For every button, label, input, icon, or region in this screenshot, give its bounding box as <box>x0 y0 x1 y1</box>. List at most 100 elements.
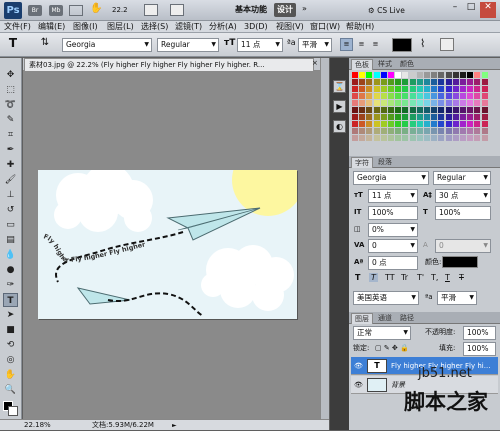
swatch[interactable] <box>359 93 366 99</box>
swatch[interactable] <box>424 79 430 85</box>
marquee-tool-icon[interactable]: ⬚ <box>3 83 18 97</box>
lasso-tool-icon[interactable]: ➰ <box>3 98 18 112</box>
move-tool-icon[interactable]: ✥ <box>3 68 18 82</box>
char-leading-field[interactable]: 30 点 ▼ <box>435 189 491 203</box>
zoom-level[interactable]: 22.2 <box>112 4 138 17</box>
swatch[interactable] <box>481 100 488 106</box>
path-select-tool-icon[interactable]: ➤ <box>3 308 18 322</box>
swatch[interactable] <box>424 72 430 78</box>
swatch[interactable] <box>445 72 452 78</box>
swatch[interactable] <box>373 86 380 92</box>
char-font-style-select[interactable]: Regular ▼ <box>433 171 491 185</box>
swatch[interactable] <box>438 100 445 106</box>
grid-icon[interactable] <box>69 5 83 16</box>
swatch[interactable] <box>445 100 452 106</box>
swatch[interactable] <box>395 72 402 78</box>
orientation-toggle-icon[interactable]: ⇅ <box>38 37 52 51</box>
swatch[interactable] <box>366 107 373 113</box>
swatch[interactable] <box>467 114 474 120</box>
language-select[interactable]: 美国英语 ▼ <box>353 291 419 305</box>
menu-image[interactable]: 图像(I) <box>73 21 98 33</box>
menu-window[interactable]: 窗口(W) <box>310 21 340 33</box>
swatch[interactable] <box>416 79 423 85</box>
swatch[interactable] <box>467 121 474 127</box>
tab-color[interactable]: 颜色 <box>397 59 417 70</box>
brush-tool-icon[interactable]: 🖌 <box>3 173 18 187</box>
blur-tool-icon[interactable]: 💧 <box>3 248 18 262</box>
faux-italic-button[interactable]: T <box>369 273 378 282</box>
actions-panel-icon[interactable]: ▶ <box>333 100 346 113</box>
text-tool-preset-icon[interactable]: T <box>6 36 20 52</box>
swatch[interactable] <box>416 128 423 134</box>
blend-mode-select[interactable]: 正常 ▼ <box>353 326 411 340</box>
swatch[interactable] <box>366 135 373 141</box>
swatch[interactable] <box>359 128 366 134</box>
swatch[interactable] <box>388 114 394 120</box>
menu-filter[interactable]: 滤镜(T) <box>175 21 202 33</box>
swatch[interactable] <box>431 135 438 141</box>
swatch[interactable] <box>452 86 459 92</box>
swatch[interactable] <box>409 114 416 120</box>
swatch[interactable] <box>395 121 402 127</box>
swatch[interactable] <box>352 79 358 85</box>
swatch[interactable] <box>409 86 416 92</box>
swatch[interactable] <box>431 86 438 92</box>
menu-layer[interactable]: 图层(L) <box>107 21 134 33</box>
swatch[interactable] <box>474 128 481 134</box>
swatch[interactable] <box>359 86 366 92</box>
swatch[interactable] <box>460 135 466 141</box>
dodge-tool-icon[interactable]: ● <box>3 263 18 277</box>
swatch[interactable] <box>438 135 445 141</box>
swatch[interactable] <box>395 79 402 85</box>
swatch[interactable] <box>359 107 366 113</box>
swatch[interactable] <box>460 79 466 85</box>
status-menu-icon[interactable]: ► <box>172 420 177 431</box>
swatch[interactable] <box>481 128 488 134</box>
swatch[interactable] <box>481 114 488 120</box>
swatch[interactable] <box>438 114 445 120</box>
tab-paths[interactable]: 路径 <box>397 313 417 324</box>
swatch[interactable] <box>474 79 481 85</box>
swatch[interactable] <box>424 100 430 106</box>
menu-help[interactable]: 帮助(H) <box>346 21 374 33</box>
swatch[interactable] <box>445 86 452 92</box>
swatch[interactable] <box>395 100 402 106</box>
swatch[interactable] <box>359 114 366 120</box>
vertical-scrollbar[interactable] <box>320 58 329 420</box>
restore-button[interactable]: □ <box>464 2 478 18</box>
swatch[interactable] <box>402 121 409 127</box>
swatch[interactable] <box>380 93 387 99</box>
swatch[interactable] <box>352 72 358 78</box>
stamp-tool-icon[interactable]: ⊥ <box>3 188 18 202</box>
eyedropper-tool-icon[interactable]: ✒ <box>3 143 18 157</box>
workspace-basic-button[interactable]: 基本功能 <box>232 3 270 17</box>
swatch[interactable] <box>474 121 481 127</box>
swatch[interactable] <box>366 114 373 120</box>
swatch-grid[interactable] <box>352 72 490 142</box>
swatch[interactable] <box>388 135 394 141</box>
char-hscale-field[interactable]: 100% <box>435 206 491 220</box>
swatch[interactable] <box>452 72 459 78</box>
swatch[interactable] <box>409 121 416 127</box>
swatch[interactable] <box>373 114 380 120</box>
fill-field[interactable]: 100% <box>463 342 496 356</box>
lock-icons[interactable]: ▢ ✎ ✥ 🔒 <box>375 342 409 354</box>
pen-tool-icon[interactable]: ✑ <box>3 278 18 292</box>
toggle-panels-icon[interactable] <box>440 38 454 51</box>
swatch[interactable] <box>445 93 452 99</box>
strikethrough-button[interactable]: T <box>459 273 464 282</box>
minimize-button[interactable]: – <box>448 2 462 18</box>
swatch[interactable] <box>352 114 358 120</box>
swatch[interactable] <box>380 128 387 134</box>
swatch[interactable] <box>359 100 366 106</box>
swatch[interactable] <box>452 114 459 120</box>
swatch[interactable] <box>409 79 416 85</box>
cs-live-button[interactable]: ⚙ CS Live <box>368 4 420 17</box>
menu-select[interactable]: 选择(S) <box>141 21 168 33</box>
document-close-icon[interactable]: × <box>312 59 318 67</box>
swatch[interactable] <box>474 107 481 113</box>
swatch[interactable] <box>481 72 488 78</box>
swatch[interactable] <box>452 121 459 127</box>
swatch[interactable] <box>445 135 452 141</box>
swatch[interactable] <box>373 79 380 85</box>
